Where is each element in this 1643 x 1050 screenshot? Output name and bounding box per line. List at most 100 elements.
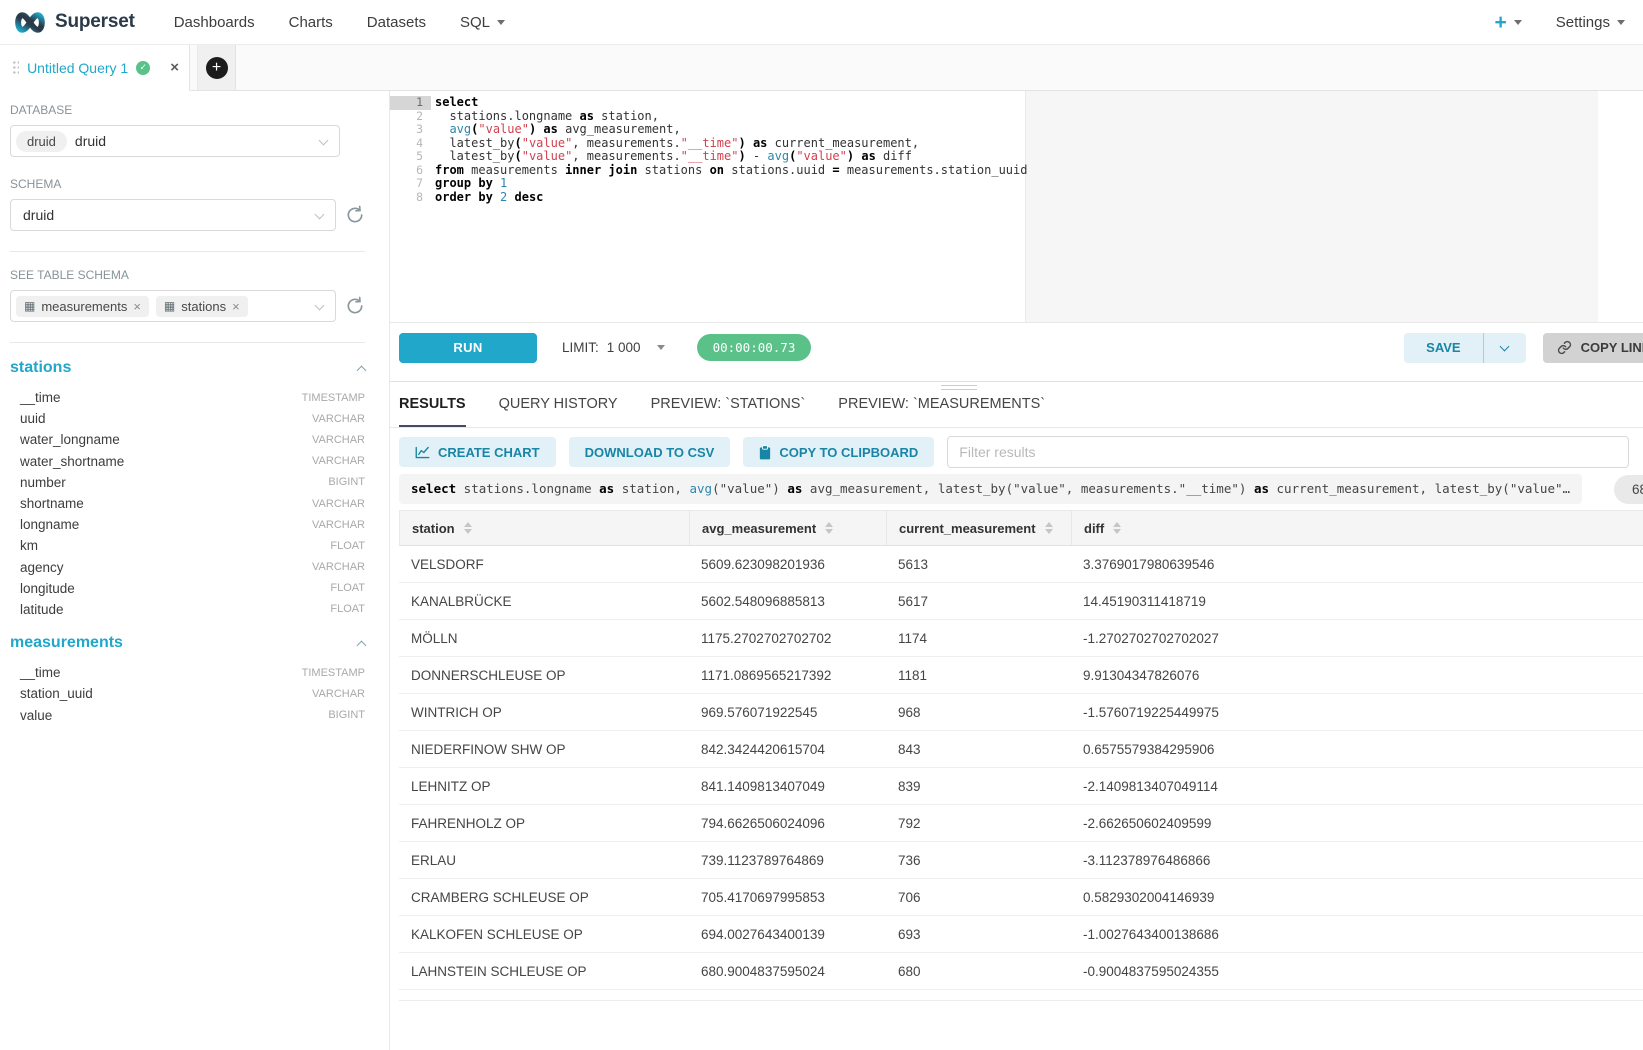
copy-link-button[interactable]: COPY LINK bbox=[1543, 333, 1643, 363]
table-section-header-stations[interactable]: stations bbox=[10, 359, 365, 377]
results-table-body: VELSDORF5609.62309820193656133.376901798… bbox=[399, 546, 1643, 990]
table-cell: 736 bbox=[886, 842, 1071, 878]
pane-resize-handle[interactable] bbox=[941, 385, 977, 393]
table-cell: 680.9004837595024 bbox=[689, 953, 886, 989]
table-pill-measurements: ▦measurements× bbox=[16, 296, 149, 317]
superset-logo[interactable]: Superset bbox=[12, 10, 135, 35]
nav-item-sql[interactable]: SQL bbox=[443, 14, 522, 31]
database-select[interactable]: druid druid bbox=[10, 125, 340, 157]
sort-icon bbox=[1113, 522, 1121, 534]
table-section-header-measurements[interactable]: measurements bbox=[10, 634, 365, 652]
table-cell: LAHNSTEIN SCHLEUSE OP bbox=[399, 953, 689, 989]
code-line: group by 1 bbox=[435, 177, 1643, 191]
nav-item-charts[interactable]: Charts bbox=[272, 14, 350, 31]
column-header-current-measurement[interactable]: current_measurement bbox=[887, 511, 1072, 545]
table-schema-label: SEE TABLE SCHEMA bbox=[10, 268, 365, 282]
column-header-avg-measurement[interactable]: avg_measurement bbox=[690, 511, 887, 545]
settings-menu[interactable]: Settings bbox=[1556, 14, 1625, 31]
query-tab[interactable]: Untitled Query 1 ✓ × bbox=[0, 45, 190, 91]
table-row: KANALBRÜCKE5602.548096885813561714.45190… bbox=[399, 583, 1643, 620]
schema-select[interactable]: druid bbox=[10, 199, 336, 231]
new-tab-button[interactable]: + bbox=[197, 45, 236, 90]
table-row: DONNERSCHLEUSE OP1171.086956521739211819… bbox=[399, 657, 1643, 694]
new-item-button[interactable]: + bbox=[1495, 12, 1522, 33]
table-cell: -3.112378976486866 bbox=[1071, 842, 1643, 878]
results-tab-query-history[interactable]: QUERY HISTORY bbox=[499, 382, 618, 427]
table-cell: 5609.623098201936 bbox=[689, 546, 886, 582]
table-cell: -0.9004837595024355 bbox=[1071, 953, 1643, 989]
copy-clipboard-button[interactable]: COPY TO CLIPBOARD bbox=[743, 437, 934, 467]
table-row: ERLAU739.1123789764869736-3.112378976486… bbox=[399, 842, 1643, 879]
table-cell: KANALBRÜCKE bbox=[399, 583, 689, 619]
limit-dropdown[interactable]: LIMIT: 1 000 bbox=[562, 340, 665, 355]
table-cell: 969.576071922545 bbox=[689, 694, 886, 730]
save-button-group: SAVE bbox=[1404, 333, 1525, 363]
filter-results-input[interactable] bbox=[947, 436, 1629, 468]
nav-item-datasets[interactable]: Datasets bbox=[350, 14, 443, 31]
table-cell: NIEDERFINOW SHW OP bbox=[399, 731, 689, 767]
database-label: DATABASE bbox=[10, 103, 365, 117]
remove-table-icon[interactable]: × bbox=[232, 299, 240, 314]
results-tab-preview-stations[interactable]: PREVIEW: `STATIONS` bbox=[651, 382, 806, 427]
code-line: from measurements inner join stations on… bbox=[435, 164, 1643, 178]
chart-icon bbox=[415, 446, 430, 459]
table-cell: WINTRICH OP bbox=[399, 694, 689, 730]
table-cell: 794.6626506024096 bbox=[689, 805, 886, 841]
column-row: __timeTIMESTAMP bbox=[10, 662, 365, 683]
column-header-station[interactable]: station bbox=[400, 511, 690, 545]
table-cell: -1.2702702702702027 bbox=[1071, 620, 1643, 656]
table-cell: 968 bbox=[886, 694, 1071, 730]
table-row: VELSDORF5609.62309820193656133.376901798… bbox=[399, 546, 1643, 583]
close-tab-icon[interactable]: × bbox=[170, 59, 179, 76]
code-line: select bbox=[435, 96, 1643, 110]
table-cell: 14.45190311418719 bbox=[1071, 583, 1643, 619]
results-actions: CREATE CHART DOWNLOAD TO CSV COPY TO CLI… bbox=[390, 428, 1643, 468]
sql-editor[interactable]: 12345678 select stations.longname as sta… bbox=[390, 91, 1643, 322]
clipboard-icon bbox=[759, 445, 771, 460]
download-csv-button[interactable]: DOWNLOAD TO CSV bbox=[569, 437, 731, 467]
editor-code[interactable]: select stations.longname as station, avg… bbox=[431, 91, 1643, 322]
drag-dots-icon bbox=[12, 60, 19, 75]
table-row: LEHNITZ OP841.1409813407049839-2.1409813… bbox=[399, 768, 1643, 805]
results-tab-results[interactable]: RESULTS bbox=[399, 382, 466, 427]
table-pill-stations: ▦stations× bbox=[156, 296, 248, 317]
column-row: water_longnameVARCHAR bbox=[10, 429, 365, 450]
save-dropdown-button[interactable] bbox=[1484, 333, 1526, 363]
run-button[interactable]: RUN bbox=[399, 333, 537, 363]
chevron-down-icon bbox=[1500, 341, 1510, 351]
table-cell: 3.3769017980639546 bbox=[1071, 546, 1643, 582]
query-tab-label: Untitled Query 1 bbox=[27, 60, 128, 76]
results-table[interactable]: stationavg_measurementcurrent_measuremen… bbox=[399, 510, 1643, 1001]
column-row: latitudeFLOAT bbox=[10, 599, 365, 620]
column-row: agencyVARCHAR bbox=[10, 557, 365, 578]
chevron-down-icon bbox=[315, 210, 325, 220]
table-cell: 693 bbox=[886, 916, 1071, 952]
save-button[interactable]: SAVE bbox=[1404, 333, 1482, 363]
results-pane: RESULTSQUERY HISTORYPREVIEW: `STATIONS`P… bbox=[390, 381, 1643, 1050]
table-cell: 839 bbox=[886, 768, 1071, 804]
query-preview[interactable]: select stations.longname as station, avg… bbox=[399, 474, 1582, 504]
table-cell: FAHRENHOLZ OP bbox=[399, 805, 689, 841]
table-row: NIEDERFINOW SHW OP842.34244206157048430.… bbox=[399, 731, 1643, 768]
create-chart-label: CREATE CHART bbox=[438, 445, 540, 460]
query-success-icon: ✓ bbox=[136, 61, 150, 75]
refresh-tables-button[interactable] bbox=[345, 296, 365, 316]
remove-table-icon[interactable]: × bbox=[133, 299, 141, 314]
plus-icon: + bbox=[1495, 12, 1507, 33]
sidebar-divider bbox=[10, 251, 365, 252]
table-cell: 0.5829302004146939 bbox=[1071, 879, 1643, 915]
editor-toolbar: RUN LIMIT: 1 000 00:00:00.73 SAVE bbox=[390, 322, 1643, 372]
results-table-footer bbox=[399, 990, 1643, 1001]
table-cell: 842.3424420615704 bbox=[689, 731, 886, 767]
table-cell: VELSDORF bbox=[399, 546, 689, 582]
refresh-schema-button[interactable] bbox=[345, 205, 365, 225]
table-schema-select[interactable]: ▦measurements× ▦stations× bbox=[10, 290, 336, 322]
caret-down-icon bbox=[1617, 20, 1625, 25]
table-cell: 1171.0869565217392 bbox=[689, 657, 886, 693]
create-chart-button[interactable]: CREATE CHART bbox=[399, 437, 556, 467]
nav-item-dashboards[interactable]: Dashboards bbox=[157, 14, 272, 31]
column-header-diff[interactable]: diff bbox=[1072, 511, 1643, 545]
table-cell: 792 bbox=[886, 805, 1071, 841]
navbar-right: + Settings bbox=[1495, 12, 1625, 33]
code-line: stations.longname as station, bbox=[435, 110, 1643, 124]
